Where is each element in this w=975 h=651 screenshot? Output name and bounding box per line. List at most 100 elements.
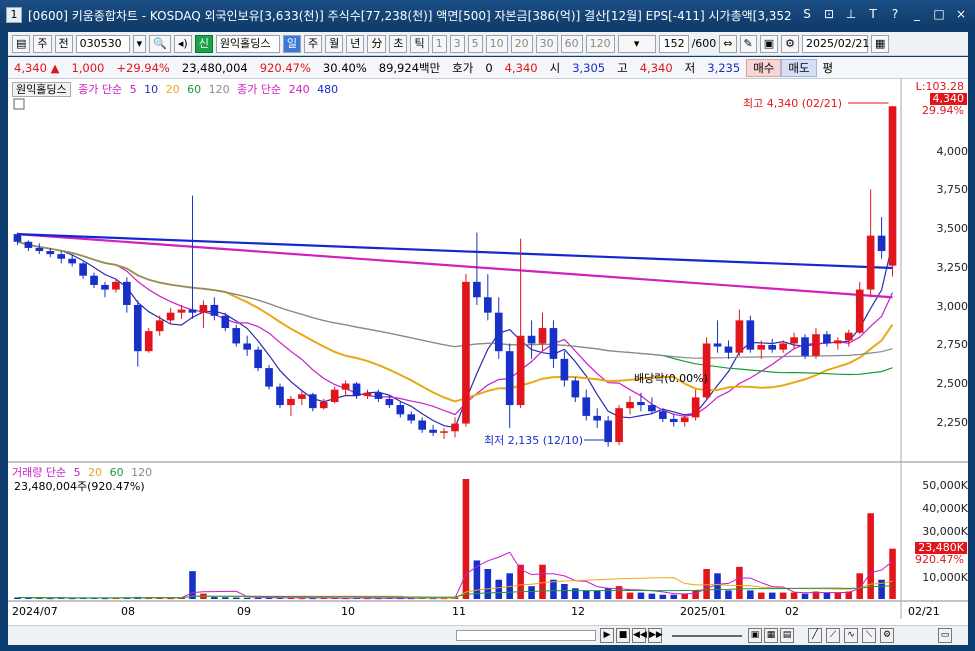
x-label: 10 (341, 605, 355, 618)
draw-trend-icon[interactable]: ⟍ (862, 628, 876, 643)
count-input[interactable]: 152 (658, 34, 689, 53)
speaker-icon[interactable]: ◂) (173, 34, 192, 53)
dividend-annotation: 배당락(0.00%) (634, 372, 708, 385)
sell-button[interactable]: 매도 (781, 58, 817, 77)
tab-minute[interactable]: 分 (367, 34, 387, 53)
pin-icon[interactable]: ⊥ (843, 6, 859, 22)
prev-button[interactable]: 전 (54, 34, 73, 53)
chart-canvas[interactable] (8, 79, 968, 625)
window-badge: 1 (6, 7, 22, 23)
volume-bar (823, 592, 831, 599)
window-title: [0600] 키움종합차트 - KOSDAQ 외국인보유[3,633(천)] 주… (28, 8, 792, 23)
interval-1[interactable]: 1 (431, 34, 447, 53)
view-icon[interactable]: ▣ (748, 628, 762, 643)
interval-10[interactable]: 10 (485, 34, 508, 53)
scroll-bar[interactable]: ▶ ■ ◀◀ ▶▶ ▣ ▦ ▤ ╱ ⟋ ∿ ⟍ ⚙ ▭ (8, 625, 968, 645)
legend-ma10: 10 (144, 83, 159, 96)
interval-5[interactable]: 5 (467, 34, 483, 53)
ma240-line (17, 233, 893, 299)
tab-tick[interactable]: 틱 (410, 34, 429, 53)
volume-bar (801, 593, 809, 599)
chart-area[interactable]: 원익홀딩스 종가 단순 5 10 20 60 120 종가 단순 240 480… (8, 79, 968, 625)
volume-bar (626, 592, 634, 599)
rewind-icon[interactable]: ◀◀ (632, 628, 647, 643)
volume-bar (572, 588, 579, 599)
panel-icon[interactable]: ▭ (938, 628, 952, 643)
volume-bar (757, 592, 765, 599)
interval-60[interactable]: 60 (560, 34, 583, 53)
close-icon[interactable]: × (953, 6, 969, 22)
candle-body (90, 275, 98, 285)
volume-bar (211, 597, 218, 599)
draw-fib-icon[interactable]: ⟋ (826, 628, 840, 643)
tab-monthly[interactable]: 월 (325, 34, 344, 53)
x-right-label: 02/21 (908, 605, 940, 618)
scroll-track[interactable] (456, 630, 596, 641)
volume-bar (561, 584, 568, 599)
candle-body (735, 320, 744, 353)
y-tick-label: 2,750 (936, 338, 969, 351)
candle-body (188, 309, 197, 313)
text-icon[interactable]: T (865, 6, 881, 22)
interval-30[interactable]: 30 (535, 34, 558, 53)
candle-body (308, 394, 317, 409)
forward-icon[interactable]: ▶▶ (648, 628, 663, 643)
candle-body (451, 423, 459, 432)
ask-label: 호가 (452, 60, 474, 75)
high-label: 고 (617, 60, 628, 75)
calendar-icon[interactable]: ▦ (871, 34, 890, 53)
tab-yearly[interactable]: 년 (346, 34, 365, 53)
minimize-icon[interactable]: _ (909, 6, 925, 22)
play-icon[interactable]: ▶ (600, 628, 614, 643)
interval-120[interactable]: 120 (585, 34, 615, 53)
candle-body (604, 420, 612, 443)
tab-weekly[interactable]: 주 (303, 34, 323, 53)
candle-body (746, 320, 755, 350)
interval-custom-select[interactable]: ▾ (617, 34, 656, 53)
interval-20[interactable]: 20 (510, 34, 533, 53)
gear-icon[interactable]: ⚙ (781, 34, 800, 53)
interval-3[interactable]: 3 (449, 34, 465, 53)
dropdown-icon[interactable]: ▾ (132, 34, 147, 53)
buy-button[interactable]: 매수 (746, 58, 782, 77)
tab-daily[interactable]: 일 (282, 34, 301, 53)
tool-icon[interactable]: ✎ (739, 34, 757, 53)
draw-wave-icon[interactable]: ∿ (844, 628, 858, 643)
restore-icon[interactable]: ⊡ (821, 6, 837, 22)
settings-icon[interactable]: ⚙ (880, 628, 894, 643)
layout-icon[interactable]: ▤ (780, 628, 794, 643)
volume-bar (714, 573, 721, 599)
tab-second[interactable]: 초 (389, 34, 408, 53)
stop-icon[interactable]: ■ (616, 628, 630, 643)
candle-body (79, 263, 87, 276)
layout-icon[interactable]: ▤ (12, 34, 31, 53)
zoom-icon[interactable]: ⇔ (719, 34, 737, 53)
maximize-icon[interactable]: □ (931, 6, 947, 22)
zoom-slider[interactable] (672, 635, 742, 637)
avg-button[interactable]: 평 (817, 60, 840, 76)
grid-icon[interactable]: ▦ (764, 628, 778, 643)
volume-bar (232, 597, 240, 599)
volume-bar (528, 586, 535, 599)
candle-body (527, 335, 536, 344)
volume-pct: 920.47% (259, 60, 311, 75)
search-icon[interactable]: 🔍 (149, 34, 171, 53)
volume-bar (659, 594, 667, 599)
x-label: 2025/01 (680, 605, 726, 618)
draw-line-icon[interactable]: ╱ (808, 628, 822, 643)
candle-body (177, 309, 186, 313)
save-icon[interactable]: ▣ (759, 34, 779, 53)
volume-bar (539, 564, 546, 599)
volume-bar (615, 586, 623, 599)
volume-bar (703, 569, 710, 599)
x-label: 02 (785, 605, 799, 618)
volume-bar (582, 590, 590, 599)
period-type-select[interactable]: 주 (33, 34, 52, 53)
high-value: 4,340 (639, 60, 673, 75)
high-annotation: 최고 4,340 (02/21) (743, 97, 843, 110)
stock-code-input[interactable]: 030530 (75, 34, 130, 53)
ask-value: 0 (485, 60, 493, 75)
s-icon[interactable]: S (799, 6, 815, 22)
date-input[interactable]: 2025/02/21 (802, 34, 869, 53)
help-icon[interactable]: ? (887, 6, 903, 22)
